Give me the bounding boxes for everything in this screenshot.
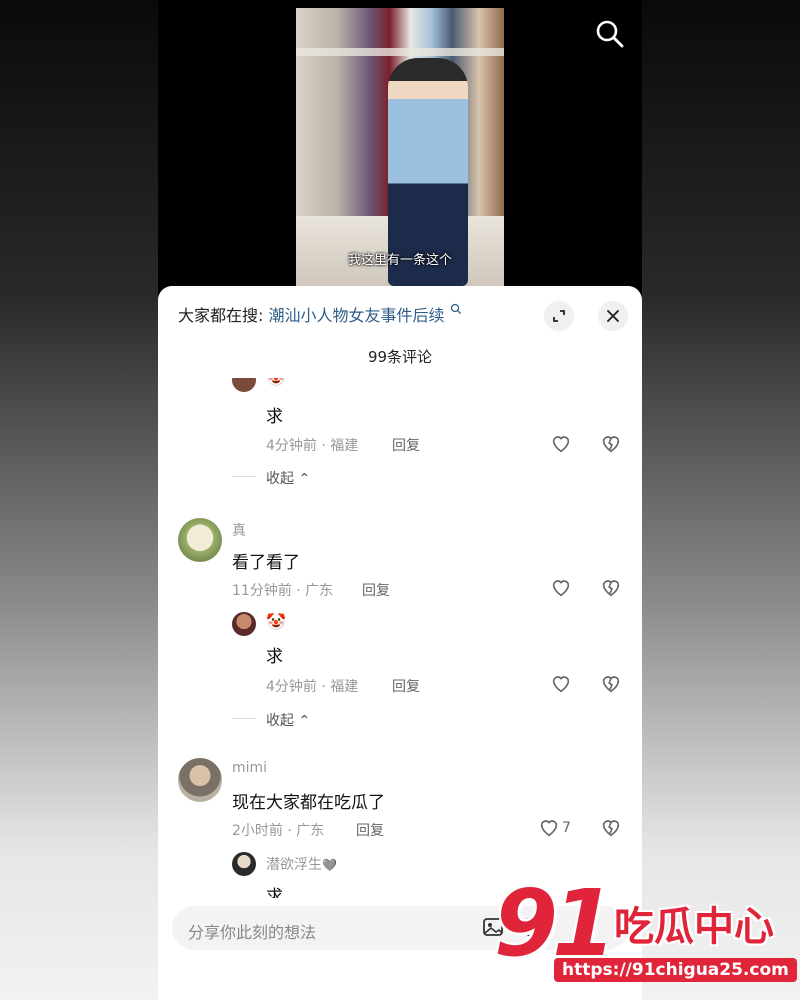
clothing-rail [296, 48, 504, 56]
collapse-label: 收起 [266, 471, 294, 487]
avatar[interactable] [232, 612, 256, 636]
reply-button[interactable]: 回复 [392, 676, 420, 696]
avatar[interactable] [232, 378, 256, 392]
comment-text: 看了看了 [232, 553, 300, 573]
comment-list[interactable]: 🤡 求 4分钟前 · 福建 回复 收起 ⌃ 真 看了看了 11分钟前 · 广东 … [158, 378, 642, 898]
chevron-up-icon: ⌃ [298, 713, 311, 729]
dislike-broken-heart-icon[interactable] [600, 576, 622, 598]
username[interactable]: 潜欲浮生🩶 [266, 854, 337, 874]
close-button[interactable] [598, 301, 628, 331]
watermark-title: 吃瓜中心 [614, 904, 774, 950]
trending-search[interactable]: 大家都在搜: 潮汕小人物女友事件后续 [178, 302, 462, 326]
expand-icon [553, 310, 565, 322]
reply-button[interactable]: 回复 [356, 820, 384, 840]
video-subtitle: 我这里有一条这个 [347, 253, 452, 268]
trending-prefix: 大家都在搜: [178, 306, 264, 325]
clown-emoji-badge: 🤡 [266, 612, 286, 631]
site-watermark: 91 吃瓜中心 https://91chigua25.com [494, 870, 797, 990]
avatar[interactable] [232, 852, 256, 876]
collapse-label: 收起 [266, 713, 294, 729]
clown-emoji-badge: 🤡 [266, 378, 286, 387]
like-count: 7 [562, 820, 571, 836]
heart-emoji: 🩶 [322, 858, 337, 872]
trending-keyword[interactable]: 潮汕小人物女友事件后续 [269, 306, 445, 325]
comment-input-placeholder: 分享你此刻的想法 [188, 923, 317, 942]
comment-text: 现在大家都在吃瓜了 [232, 793, 385, 813]
comment-meta: 2小时前 · 广东 [232, 823, 325, 839]
username-text: 潜欲浮生 [266, 857, 322, 873]
like-heart-icon[interactable] [538, 816, 560, 838]
search-small-icon [450, 303, 461, 314]
chevron-up-icon: ⌃ [298, 471, 311, 487]
divider [232, 718, 256, 719]
close-icon [607, 310, 619, 322]
collapse-replies-button[interactable]: 收起 ⌃ [266, 468, 310, 488]
dislike-broken-heart-icon[interactable] [600, 432, 622, 454]
username[interactable]: mimi [232, 760, 267, 776]
avatar[interactable] [178, 518, 222, 562]
dislike-broken-heart-icon[interactable] [600, 816, 622, 838]
username[interactable]: 真 [232, 520, 246, 540]
comment-text: 求 [266, 647, 283, 667]
video-player[interactable]: 我这里有一条这个 [296, 8, 504, 286]
comment-count: 99条评论 [367, 348, 433, 366]
divider [232, 476, 256, 477]
dislike-broken-heart-icon[interactable] [600, 672, 622, 694]
like-heart-icon[interactable] [550, 432, 572, 454]
watermark-url: https://91chigua25.com [554, 958, 797, 982]
comment-text: 求 [266, 887, 283, 898]
like-heart-icon[interactable] [550, 576, 572, 598]
like-heart-icon[interactable] [550, 672, 572, 694]
reply-button[interactable]: 回复 [392, 435, 420, 455]
comment-meta: 4分钟前 · 福建 [266, 679, 359, 695]
expand-button[interactable] [544, 301, 574, 331]
phone-screen: 我这里有一条这个 大家都在搜: 潮汕小人物女友事件后续 99条评论 🤡 求 4分… [158, 0, 642, 1000]
comment-meta: 4分钟前 · 福建 [266, 438, 359, 454]
reply-button[interactable]: 回复 [362, 580, 390, 600]
avatar[interactable] [178, 758, 222, 802]
collapse-replies-button[interactable]: 收起 ⌃ [266, 710, 310, 730]
comment-text: 求 [266, 407, 283, 427]
search-icon[interactable] [594, 18, 626, 50]
comment-meta: 11分钟前 · 广东 [232, 583, 334, 599]
